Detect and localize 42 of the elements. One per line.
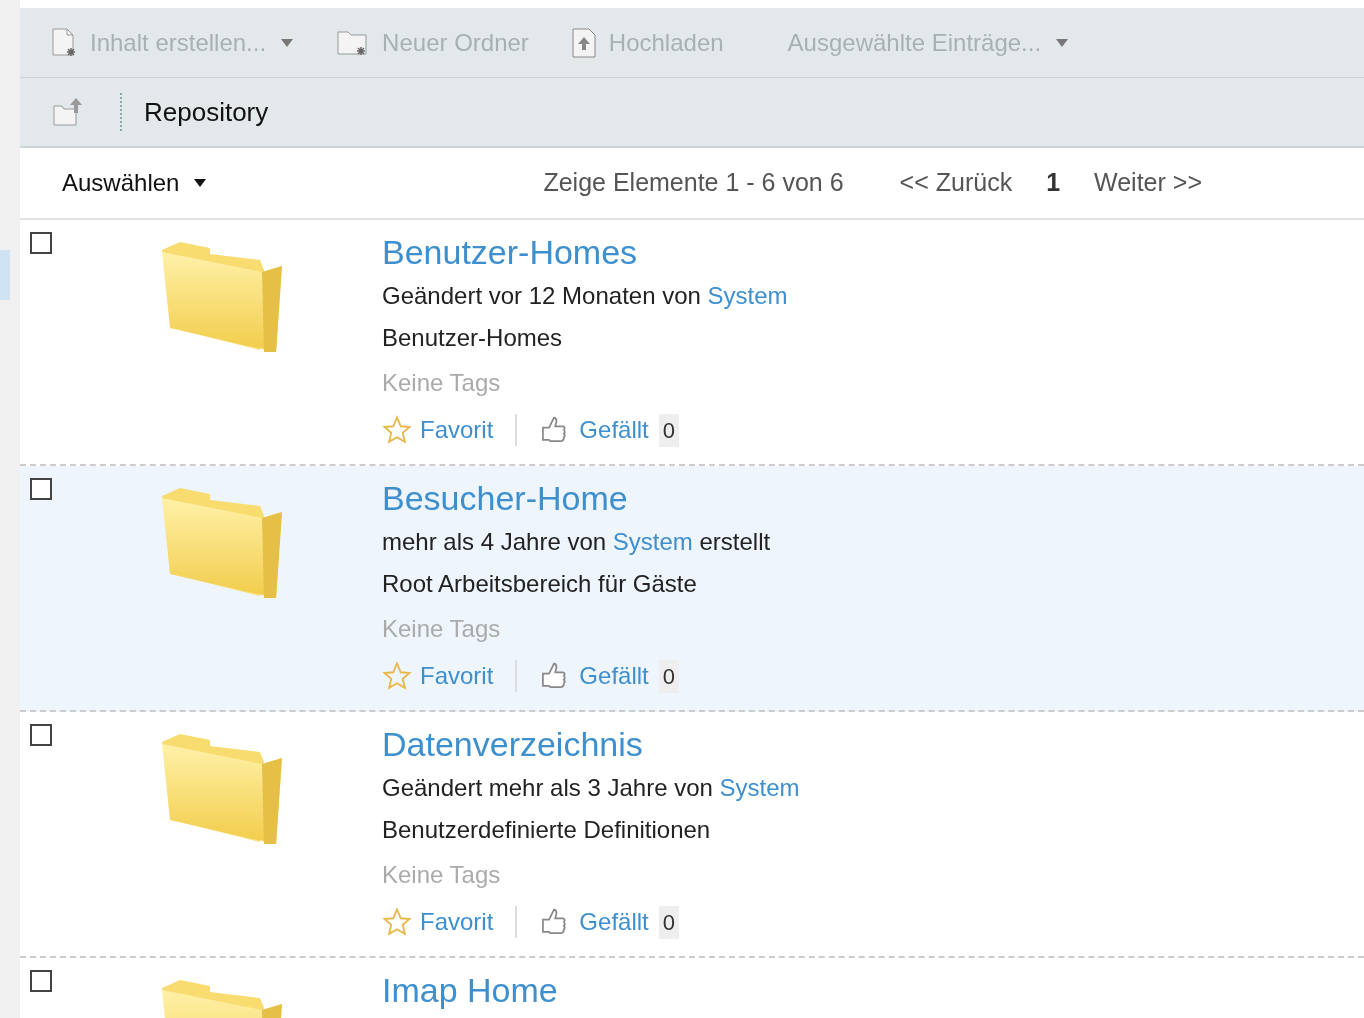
like-count: 0 <box>658 413 679 447</box>
like-button[interactable]: Gefällt <box>539 904 649 940</box>
checkbox[interactable] <box>30 232 52 254</box>
current-page: 1 <box>1046 167 1061 199</box>
upload-icon <box>570 26 597 59</box>
folder-description: Benutzer-Homes <box>382 323 564 353</box>
modified-info: mehr als 4 Jahre von System erstellt <box>382 527 771 557</box>
previous-link[interactable]: << Zurück <box>899 164 1013 202</box>
user-link[interactable]: System <box>719 774 800 801</box>
modified-info: Geändert vor 12 Monaten von System <box>382 281 788 311</box>
like-button[interactable]: Gefällt <box>539 412 649 448</box>
checkbox[interactable] <box>30 724 52 746</box>
checkbox[interactable] <box>30 478 52 500</box>
user-link[interactable]: System <box>707 282 788 309</box>
modified-info: Geändert mehr als 3 Jahre von System <box>382 773 800 803</box>
folder-title-link[interactable]: Datenverzeichnis <box>382 722 800 766</box>
select-dropdown[interactable]: Auswählen <box>62 165 208 201</box>
favorite-button[interactable]: Favorit <box>382 412 494 448</box>
user-link[interactable]: System <box>612 528 693 555</box>
folder-description: Benutzerdefinierte Definitionen <box>382 815 712 845</box>
checkbox[interactable] <box>30 970 52 992</box>
favorite-button[interactable]: Favorit <box>382 658 494 694</box>
folder-description: Root Arbeitsbereich für Gäste <box>382 569 698 599</box>
document-add-icon <box>50 26 78 59</box>
like-count: 0 <box>658 905 679 939</box>
like-button[interactable]: Gefällt <box>539 658 649 694</box>
breadcrumb-current: Repository <box>144 95 269 129</box>
tags-text: Keine Tags <box>382 368 502 398</box>
folder-row[interactable]: Besucher-Home mehr als 4 Jahre von System erstellt Root Arbeitsbereich für Gäste Keine Tags Favorit Gefällt 0 <box>20 466 1364 712</box>
favorite-button[interactable]: Favorit <box>382 904 494 940</box>
folder-title-link[interactable]: Imap Home <box>382 968 558 1012</box>
like-count: 0 <box>658 659 679 693</box>
star-icon <box>382 907 412 937</box>
next-link[interactable]: Weiter >> <box>1094 164 1202 202</box>
folder-title-link[interactable]: Benutzer-Homes <box>382 230 788 274</box>
folder-title-link[interactable]: Besucher-Home <box>382 476 771 520</box>
item-range: Zeige Elemente 1 - 6 von 6 <box>543 167 844 199</box>
tags-text: Keine Tags <box>382 860 502 890</box>
star-icon <box>382 661 412 691</box>
star-icon <box>382 415 412 445</box>
tags-text: Keine Tags <box>382 614 502 644</box>
caret-icon <box>193 179 208 187</box>
